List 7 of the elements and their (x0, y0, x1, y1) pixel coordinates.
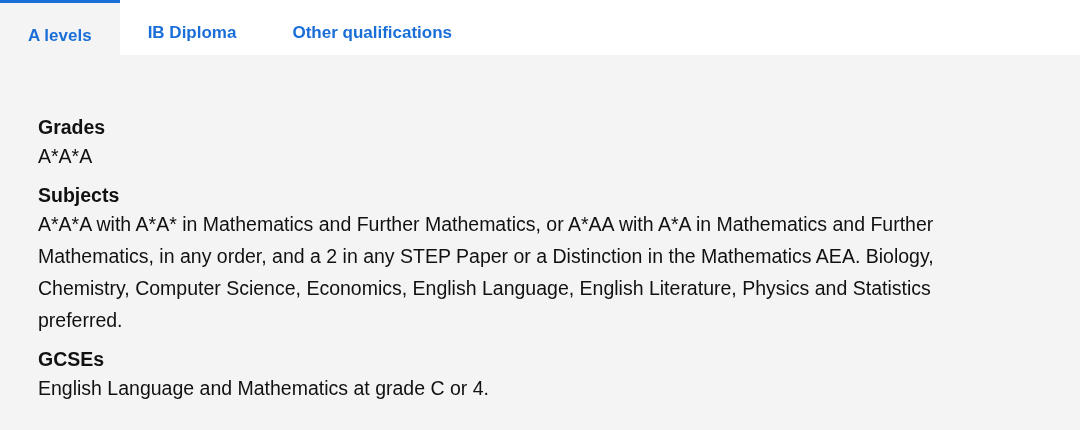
section-text: A*A*A (38, 144, 94, 169)
section-text: English Language and Mathematics at grade C or 4. (38, 376, 490, 401)
section-heading: GCSEs (38, 347, 106, 372)
tab[interactable]: A levels (0, 0, 120, 55)
section-heading: Subjects (38, 183, 121, 208)
section-text: A*A*A with A*A* in Mathematics and Further Mathematics, or A*AA with A*A in Mathematics and Further Mathematics, in any order, and a 2 in any STEP Paper or a Distinction in the Mathematics AEA. Biology, Chemistry, Computer Science, Economics, English Language, English Literature, Physics and Statistics preferred. (38, 212, 935, 333)
section-heading: Grades (38, 115, 107, 140)
